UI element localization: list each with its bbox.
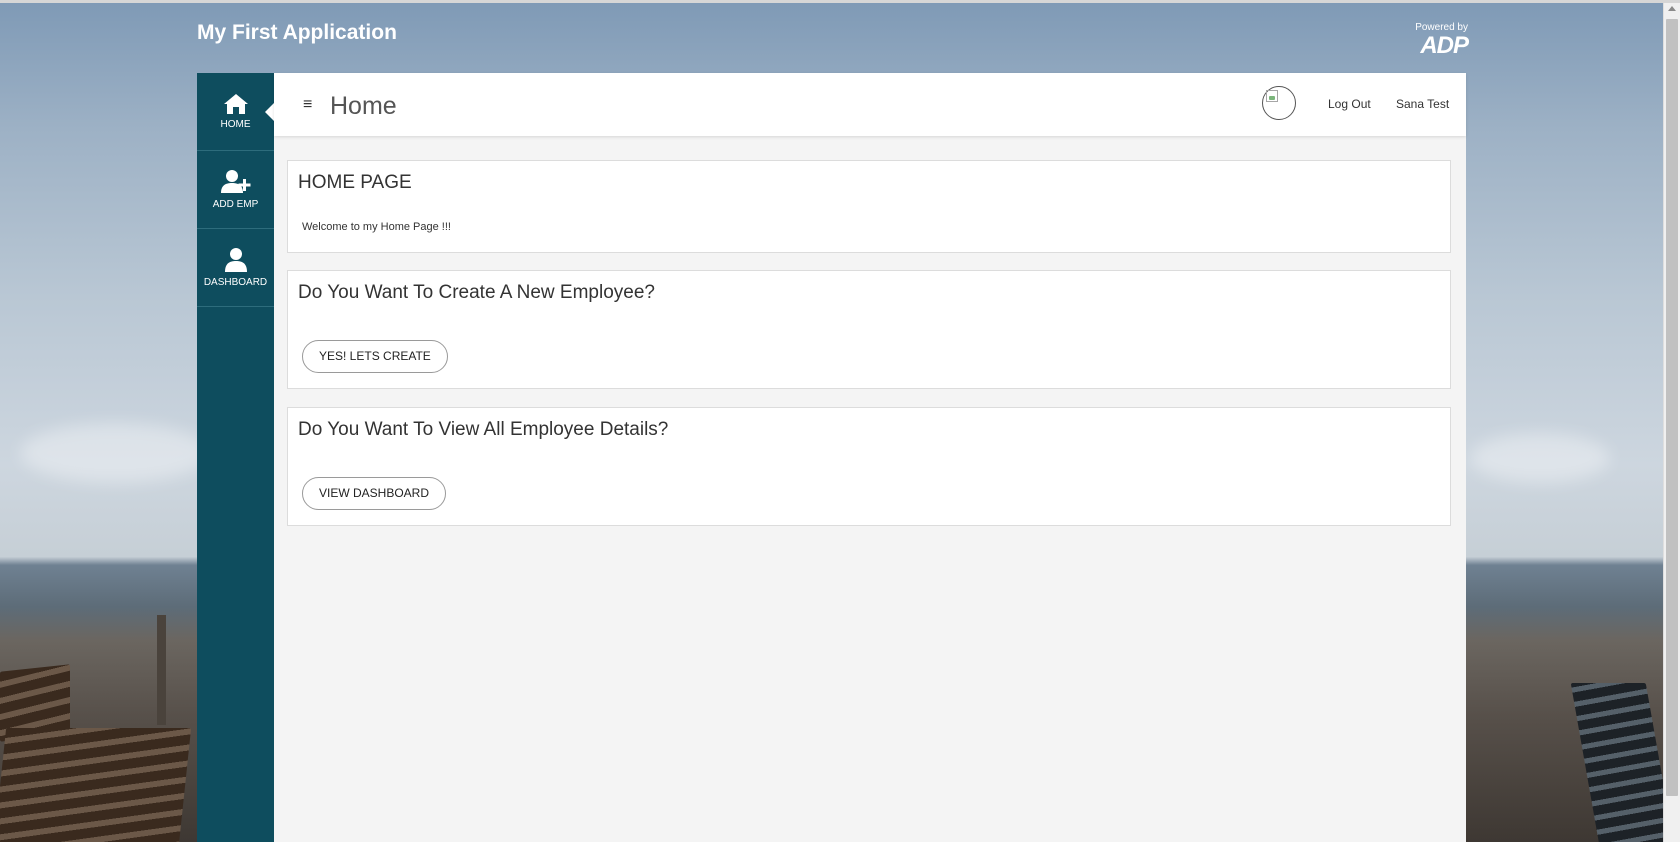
username-label: Sana Test xyxy=(1396,97,1450,111)
home-icon xyxy=(223,94,248,114)
sidebar-item-label: DASHBOARD xyxy=(203,277,268,288)
card-title: HOME PAGE xyxy=(298,172,412,193)
create-employee-card: Do You Want To Create A New Employee? YE… xyxy=(287,270,1451,389)
sidebar-nav: HOME ADD EMP DASHBOARD xyxy=(197,73,274,842)
hamburger-menu-icon[interactable]: ≡ xyxy=(303,97,312,113)
app-title: My First Application xyxy=(197,21,397,44)
adp-logo: ADP xyxy=(1420,32,1469,59)
sidebar-item-label: ADD EMP xyxy=(212,199,259,210)
powered-by-adp-logo: Powered by ADP xyxy=(1404,22,1469,59)
top-bar: ≡ Home Log Out Sana Test xyxy=(274,73,1466,136)
create-employee-button[interactable]: YES! LETS CREATE xyxy=(302,340,448,373)
add-user-icon xyxy=(220,170,250,193)
sidebar-item-home[interactable]: HOME xyxy=(197,73,274,151)
main-content: ≡ Home Log Out Sana Test HOME PAGE Welco… xyxy=(274,73,1466,842)
home-page-card: HOME PAGE Welcome to my Home Page !!! xyxy=(287,160,1451,253)
view-employees-card: Do You Want To View All Employee Details… xyxy=(287,407,1451,526)
card-title: Do You Want To Create A New Employee? xyxy=(298,282,655,303)
sidebar-item-add-emp[interactable]: ADD EMP xyxy=(197,151,274,229)
broken-image-icon xyxy=(1266,90,1278,102)
card-title: Do You Want To View All Employee Details… xyxy=(298,419,669,440)
avatar[interactable] xyxy=(1262,86,1296,120)
sidebar-item-label: HOME xyxy=(220,119,251,130)
page-title: Home xyxy=(330,92,397,120)
view-dashboard-button[interactable]: VIEW DASHBOARD xyxy=(302,477,447,510)
scrollbar-thumb[interactable] xyxy=(1666,19,1678,796)
sidebar-item-dashboard[interactable]: DASHBOARD xyxy=(197,229,274,307)
scroll-up-arrow-icon[interactable] xyxy=(1668,6,1676,11)
logout-link[interactable]: Log Out xyxy=(1328,97,1371,111)
user-icon xyxy=(224,248,247,272)
welcome-text: Welcome to my Home Page !!! xyxy=(302,221,451,233)
page-scrollbar[interactable] xyxy=(1663,3,1680,842)
active-indicator xyxy=(265,103,274,121)
